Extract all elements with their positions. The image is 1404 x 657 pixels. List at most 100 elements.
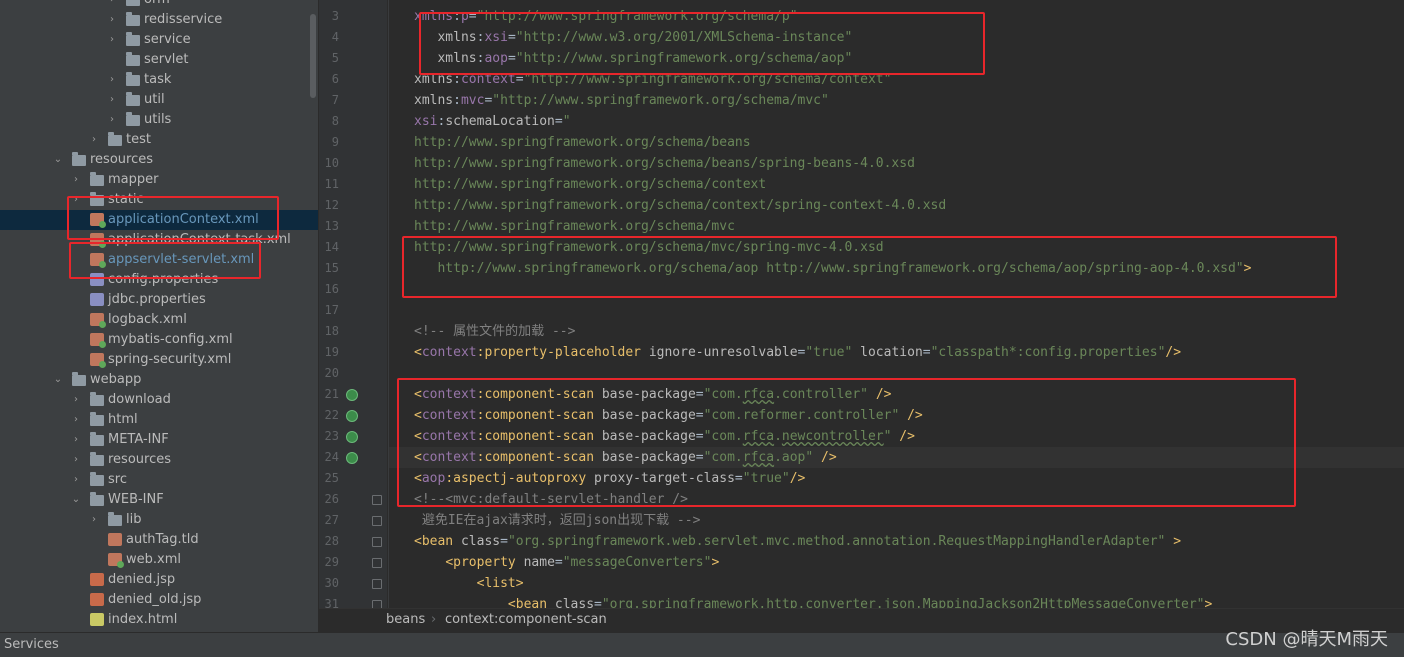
code-token: location <box>860 345 923 360</box>
tree-item-logback-xml[interactable]: logback.xml <box>0 310 318 330</box>
code-line[interactable]: http://www.springframework.org/schema/be… <box>388 132 1404 153</box>
tree-item-webapp[interactable]: ⌄ webapp <box>0 370 318 390</box>
tree-item-redisservice[interactable]: › redisservice <box>0 10 318 30</box>
code-line[interactable]: <!-- 属性文件的加载 --> <box>388 321 1404 342</box>
chevron-right-icon[interactable]: › <box>70 390 82 410</box>
code-line[interactable]: <list> <box>388 573 1404 594</box>
tree-item-servlet[interactable]: servlet <box>0 50 318 70</box>
tree-item-authtag-tld[interactable]: authTag.tld <box>0 530 318 550</box>
code-token: "messageConverters" <box>562 555 712 570</box>
code-line[interactable]: <context:property-placeholder ignore-unr… <box>388 342 1404 363</box>
tree-item-lib[interactable]: › lib <box>0 510 318 530</box>
code-line[interactable]: http://www.springframework.org/schema/be… <box>388 153 1404 174</box>
tree-item-resources[interactable]: › resources <box>0 450 318 470</box>
tree-item-web-xml[interactable]: web.xml <box>0 550 318 570</box>
chevron-right-icon[interactable]: › <box>106 30 118 50</box>
tree-item-label: index.html <box>108 612 178 627</box>
services-tab[interactable]: Services <box>4 637 59 652</box>
folder-icon <box>126 12 140 26</box>
tree-item-index-html[interactable]: index.html <box>0 610 318 630</box>
fold-marker-icon[interactable] <box>372 579 382 589</box>
tree-item-download[interactable]: › download <box>0 390 318 410</box>
chevron-down-icon[interactable]: ⌄ <box>52 150 64 170</box>
chevron-right-icon[interactable]: › <box>106 90 118 110</box>
bean-gutter-icon[interactable] <box>346 389 358 401</box>
tree-item-orm[interactable]: › orm <box>0 0 318 10</box>
project-tree-panel[interactable]: › orm › redisservice › service servlet › task › ut… <box>0 0 318 632</box>
line-number: 21 <box>324 387 339 401</box>
chevron-right-icon[interactable]: › <box>70 170 82 190</box>
code-line[interactable]: xsi:schemaLocation=" <box>388 111 1404 132</box>
breadcrumb-item-beans[interactable]: beans <box>386 612 425 627</box>
bean-gutter-icon[interactable] <box>346 452 358 464</box>
chevron-right-icon[interactable]: › <box>88 130 100 150</box>
tree-item-label: lib <box>126 512 142 527</box>
highlight-box-applicationcontext <box>67 196 279 240</box>
folder-icon <box>90 412 104 426</box>
fold-marker-icon[interactable] <box>372 558 382 568</box>
bean-gutter-icon[interactable] <box>346 410 358 422</box>
bean-gutter-icon[interactable] <box>346 431 358 443</box>
tree-item-util[interactable]: › util <box>0 90 318 110</box>
fold-marker-icon[interactable] <box>372 495 382 505</box>
line-number: 30 <box>324 576 339 590</box>
tree-item-spring-security-xml[interactable]: spring-security.xml <box>0 350 318 370</box>
tree-item-label: utils <box>144 112 172 127</box>
code-token: = <box>594 597 602 608</box>
tree-item-jdbc-properties[interactable]: jdbc.properties <box>0 290 318 310</box>
chevron-down-icon[interactable]: ⌄ <box>52 370 64 390</box>
tree-item-html[interactable]: › html <box>0 410 318 430</box>
code-line[interactable]: <bean class="org.springframework.http.co… <box>388 594 1404 608</box>
tree-item-denied-old-jsp[interactable]: denied_old.jsp <box>0 590 318 610</box>
tree-item-service[interactable]: › service <box>0 30 318 50</box>
line-number: 24 <box>324 450 339 464</box>
chevron-right-icon[interactable]: › <box>106 10 118 30</box>
code-line[interactable]: <property name="messageConverters"> <box>388 552 1404 573</box>
tree-item-label: download <box>108 392 171 407</box>
spacer-icon <box>88 530 100 550</box>
folder-icon <box>90 392 104 406</box>
tree-item-utils[interactable]: › utils <box>0 110 318 130</box>
code-line[interactable]: <bean class="org.springframework.web.ser… <box>388 531 1404 552</box>
code-line[interactable]: http://www.springframework.org/schema/co… <box>388 174 1404 195</box>
breadcrumb-item-component-scan[interactable]: context:component-scan <box>445 612 607 627</box>
tree-item-resources[interactable]: ⌄ resources <box>0 150 318 170</box>
line-number: 13 <box>324 219 339 233</box>
chevron-right-icon[interactable]: › <box>70 450 82 470</box>
tree-item-meta-inf[interactable]: › META-INF <box>0 430 318 450</box>
code-token: http://www.springframework.org/schema/be… <box>414 156 915 171</box>
tree-item-test[interactable]: › test <box>0 130 318 150</box>
fold-marker-icon[interactable] <box>372 537 382 547</box>
code-editor[interactable]: xmlns:p="http://www.springframework.org/… <box>388 0 1404 608</box>
code-line[interactable] <box>388 300 1404 321</box>
folder-icon <box>126 52 140 66</box>
tree-item-src[interactable]: › src <box>0 470 318 490</box>
tree-item-label: redisservice <box>144 12 223 27</box>
chevron-down-icon[interactable]: ⌄ <box>70 490 82 510</box>
fold-marker-icon[interactable] <box>372 516 382 526</box>
code-line[interactable]: http://www.springframework.org/schema/co… <box>388 195 1404 216</box>
tld-file-icon <box>108 533 122 546</box>
line-number: 20 <box>324 366 339 380</box>
chevron-right-icon[interactable]: › <box>70 470 82 490</box>
tree-item-mapper[interactable]: › mapper <box>0 170 318 190</box>
code-token: = <box>554 555 563 570</box>
tree-item-web-inf[interactable]: ⌄ WEB-INF <box>0 490 318 510</box>
chevron-right-icon[interactable]: › <box>106 0 118 10</box>
tree-item-task[interactable]: › task <box>0 70 318 90</box>
tree-scrollbar[interactable] <box>310 14 316 98</box>
chevron-right-icon[interactable]: › <box>106 110 118 130</box>
spacer-icon <box>70 570 82 590</box>
tree-item-denied-jsp[interactable]: denied.jsp <box>0 570 318 590</box>
tree-item-mybatis-config-xml[interactable]: mybatis-config.xml <box>0 330 318 350</box>
chevron-right-icon[interactable]: › <box>88 510 100 530</box>
code-line[interactable]: http://www.springframework.org/schema/mv… <box>388 216 1404 237</box>
code-line[interactable]: xmlns:mvc="http://www.springframework.or… <box>388 90 1404 111</box>
chevron-right-icon[interactable]: › <box>70 430 82 450</box>
chevron-right-icon[interactable]: › <box>106 70 118 90</box>
chevron-right-icon[interactable]: › <box>70 410 82 430</box>
code-token: > <box>1173 534 1182 549</box>
line-number: 27 <box>324 513 339 527</box>
code-line[interactable]: 避免IE在ajax请求时，返回json出现下载 --> <box>388 510 1404 531</box>
